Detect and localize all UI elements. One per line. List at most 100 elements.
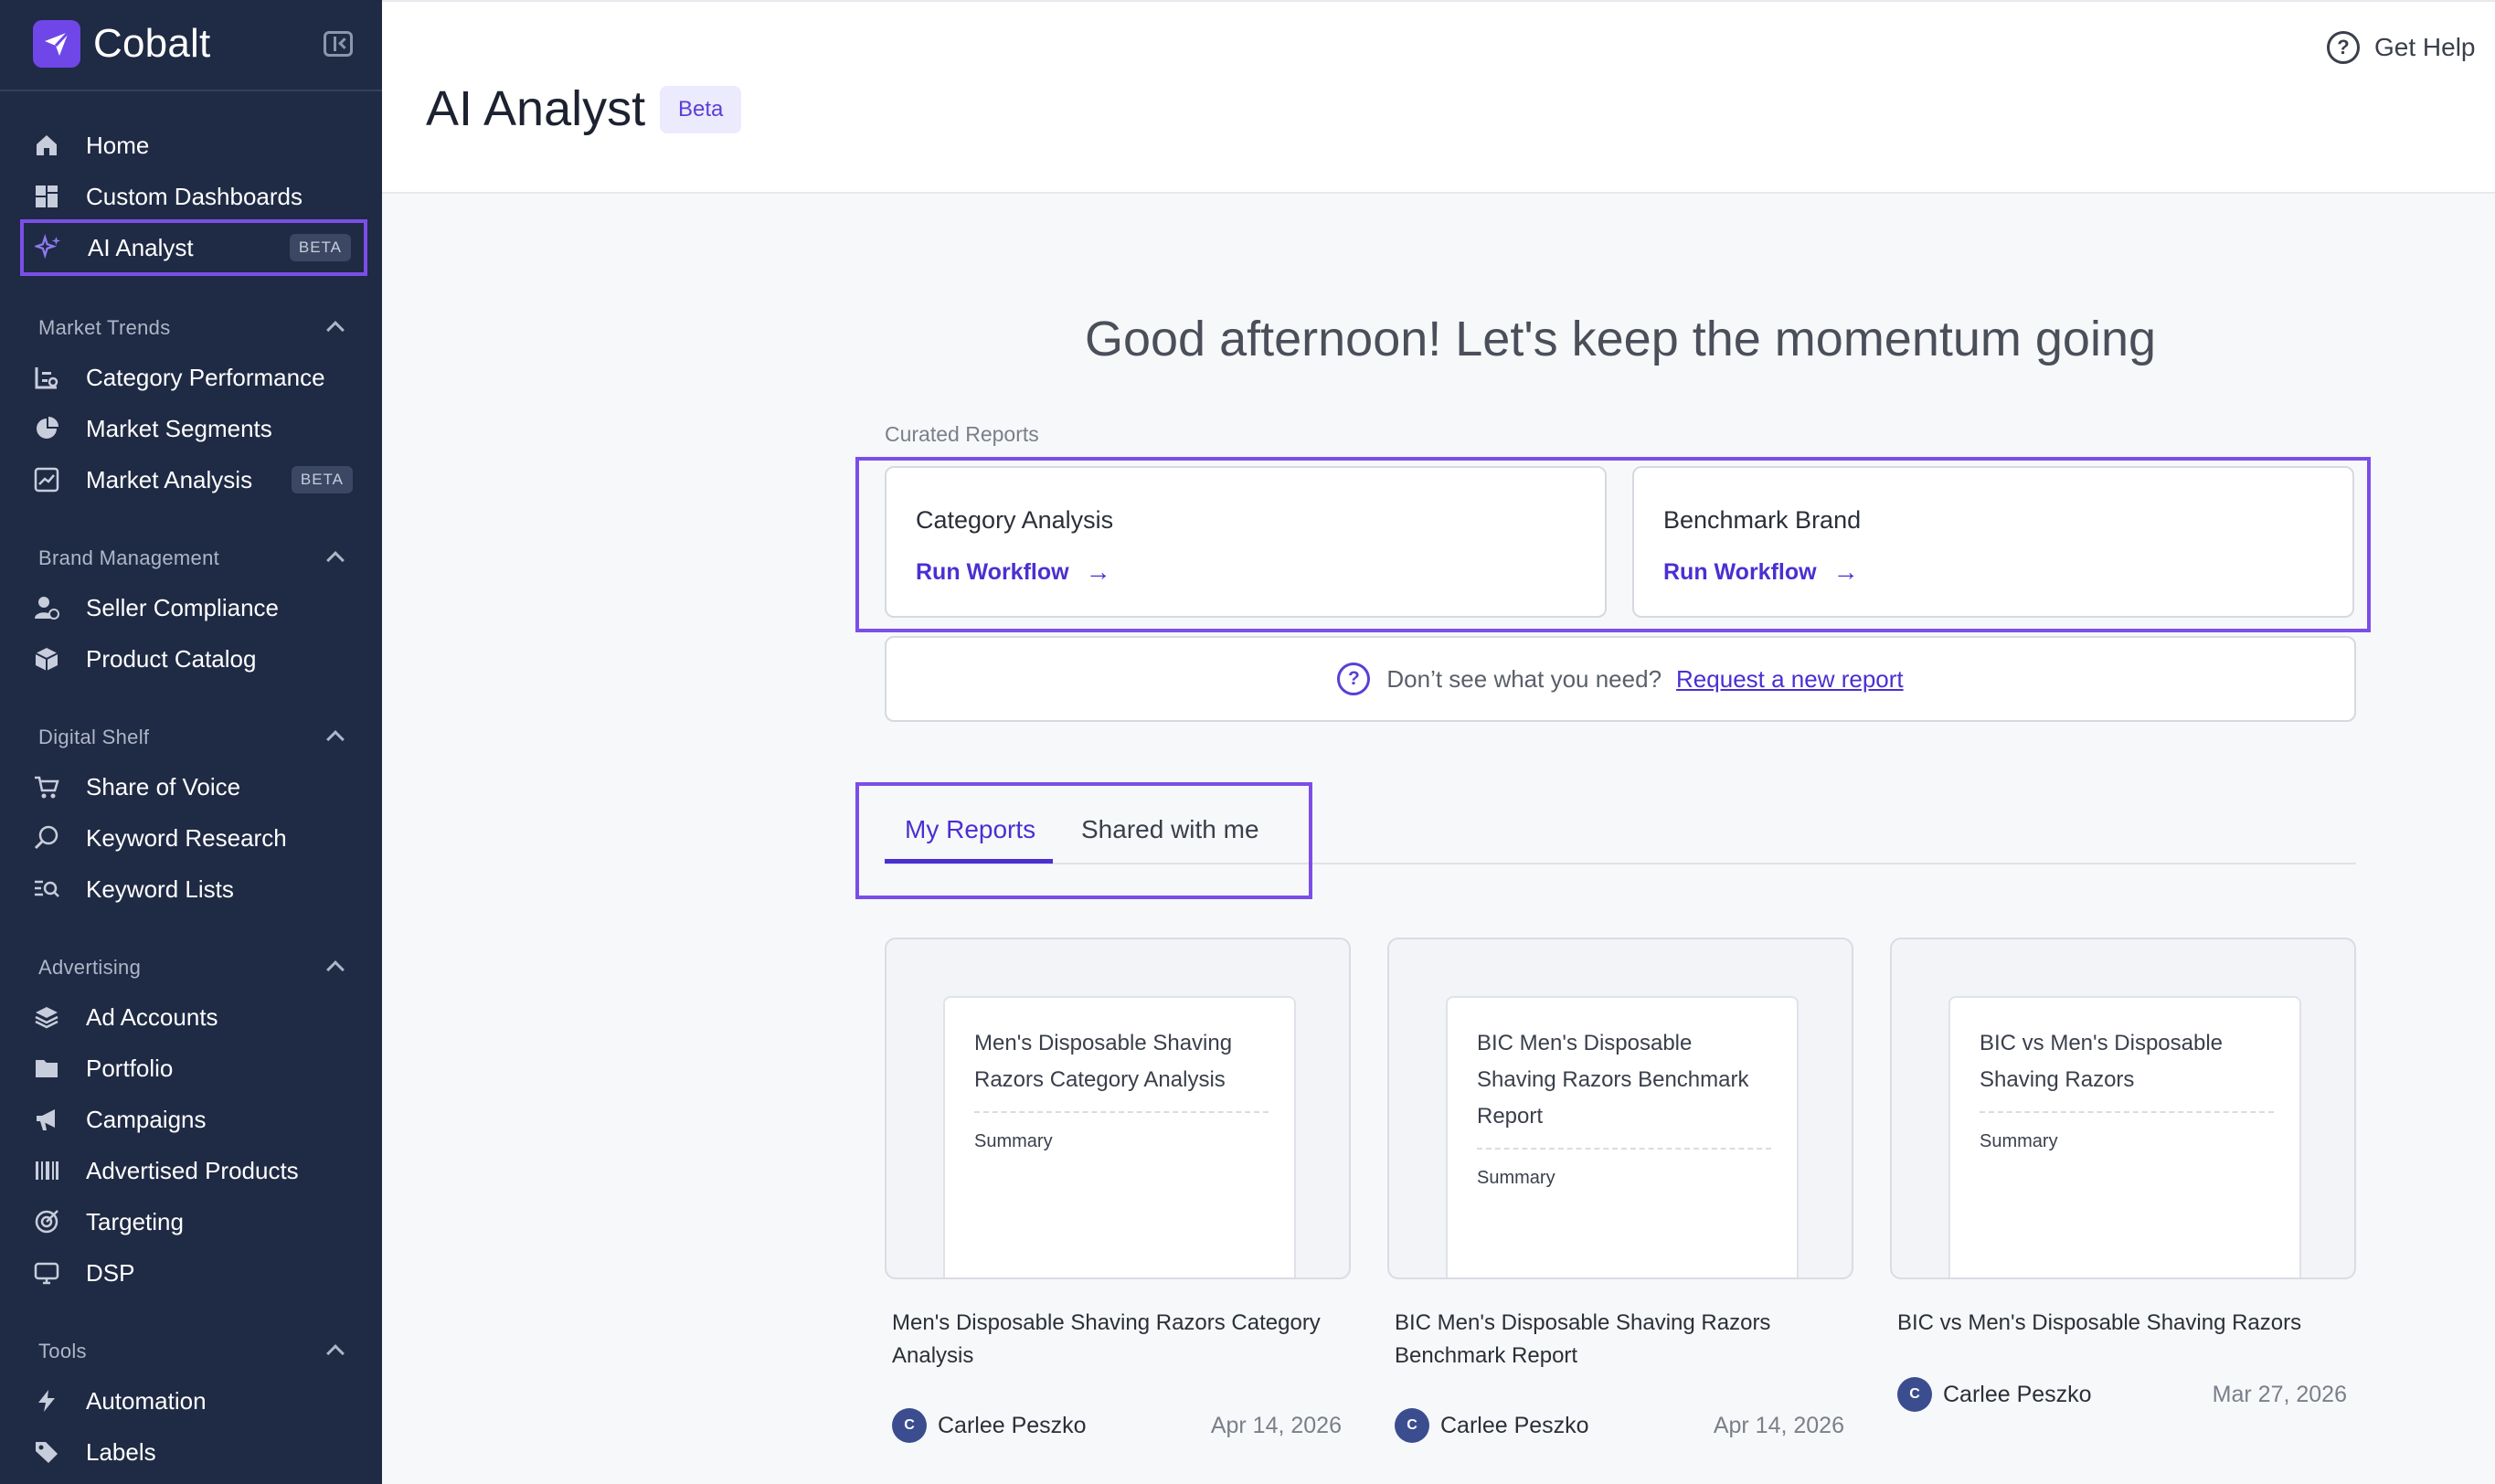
folder-icon: [33, 1055, 60, 1082]
report-author: Carlee Peszko: [1440, 1412, 1589, 1438]
report-author: Carlee Peszko: [938, 1412, 1087, 1438]
active-tab-indicator: [885, 859, 1053, 864]
sidebar-item-label: Targeting: [86, 1207, 184, 1235]
section-label-digital-shelf: Digital Shelf: [38, 726, 150, 748]
sidebar-item-custom-dashboards[interactable]: Custom Dashboards: [33, 177, 303, 216]
curated-report-title: Benchmark Brand: [1663, 506, 1862, 534]
sidebar-divider: [0, 90, 382, 91]
monitor-icon: [33, 1259, 60, 1287]
tag-icon: [33, 1438, 60, 1466]
beta-badge: Beta: [660, 86, 742, 133]
report-preview-section: Summary: [1980, 1131, 2058, 1151]
report-preview-section: Summary: [974, 1131, 1053, 1151]
curated-report-card-category-analysis[interactable]: Category Analysis Run Workflow →: [885, 466, 1607, 618]
sidebar-item-share-of-voice[interactable]: Share of Voice: [33, 768, 240, 806]
tab-my-reports[interactable]: My Reports: [905, 815, 1035, 844]
sidebar-item-label: Labels: [86, 1437, 156, 1466]
sidebar-item-keyword-research[interactable]: Keyword Research: [33, 819, 287, 857]
sidebar-item-label: Seller Compliance: [86, 593, 279, 621]
get-help-button[interactable]: ? Get Help: [2327, 31, 2476, 64]
request-report-banner: ? Don’t see what you need? Request a new…: [885, 636, 2356, 722]
report-preview-title: Men's Disposable Shaving Razors Category…: [974, 1031, 1233, 1092]
target-icon: [33, 1208, 60, 1235]
chevron-up-icon[interactable]: [326, 960, 345, 979]
report-thumbnail[interactable]: Men's Disposable Shaving Razors Category…: [885, 938, 1351, 1279]
report-thumbnail[interactable]: BIC vs Men's Disposable Shaving Razors S…: [1890, 938, 2356, 1279]
report-thumbnail[interactable]: BIC Men's Disposable Shaving Razors Benc…: [1387, 938, 1853, 1279]
sidebar: Cobalt Home Custom Dashboards AI Analyst…: [0, 0, 382, 1484]
sidebar-item-advertised-products[interactable]: Advertised Products: [33, 1151, 299, 1190]
sidebar-item-home[interactable]: Home: [33, 126, 149, 164]
arrow-right-icon: →: [1085, 557, 1111, 586]
chevron-up-icon[interactable]: [326, 551, 345, 569]
cobalt-logo-icon: [33, 20, 80, 68]
report-preview: Men's Disposable Shaving Razors Category…: [943, 996, 1296, 1277]
page-title: AI Analyst: [426, 81, 646, 136]
tab-shared-with-me[interactable]: Shared with me: [1081, 815, 1259, 844]
curated-report-title: Category Analysis: [916, 506, 1114, 534]
sidebar-item-product-catalog[interactable]: Product Catalog: [33, 640, 256, 678]
report-preview-title: BIC vs Men's Disposable Shaving Razors: [1980, 1031, 2224, 1092]
sidebar-item-label: AI Analyst: [88, 233, 194, 261]
page-header: AI Analyst Beta ? Get Help: [382, 0, 2495, 194]
report-date: Apr 14, 2026: [1713, 1412, 1844, 1438]
question-circle-icon: ?: [1337, 662, 1371, 695]
report-preview-divider: [1477, 1148, 1771, 1150]
report-title[interactable]: Men's Disposable Shaving Razors Category…: [892, 1307, 1349, 1373]
report-preview: BIC vs Men's Disposable Shaving Razors S…: [1948, 996, 2301, 1277]
help-circle-icon: ?: [2327, 31, 2360, 64]
report-title[interactable]: BIC vs Men's Disposable Shaving Razors: [1897, 1307, 2354, 1340]
home-icon: [33, 132, 60, 159]
run-workflow-label: Run Workflow: [1663, 558, 1817, 585]
report-meta: C Carlee Peszko Apr 14, 2026: [1395, 1407, 1852, 1444]
sidebar-item-label: Home: [86, 131, 150, 159]
arrow-right-icon: →: [1832, 557, 1859, 586]
brand-name: Cobalt: [93, 21, 211, 66]
report-preview-section: Summary: [1477, 1168, 1555, 1188]
greeting-heading: Good afternoon! Let's keep the momentum …: [1084, 312, 2157, 366]
section-label-market-trends: Market Trends: [38, 316, 171, 339]
megaphone-icon: [33, 1106, 60, 1133]
report-preview-title: BIC Men's Disposable Shaving Razors Benc…: [1477, 1031, 1749, 1129]
sidebar-item-category-performance[interactable]: Category Performance: [33, 358, 325, 397]
brand[interactable]: Cobalt: [33, 20, 210, 68]
sidebar-item-ad-accounts[interactable]: Ad Accounts: [33, 998, 218, 1036]
sidebar-item-campaigns[interactable]: Campaigns: [33, 1100, 207, 1139]
bolt-icon: [33, 1387, 60, 1415]
chevron-up-icon[interactable]: [326, 321, 345, 339]
sidebar-item-label: Share of Voice: [86, 772, 241, 800]
sidebar-item-automation[interactable]: Automation: [33, 1382, 207, 1420]
chevron-up-icon[interactable]: [326, 1344, 345, 1362]
sidebar-item-label: Portfolio: [86, 1054, 174, 1082]
sidebar-item-portfolio[interactable]: Portfolio: [33, 1049, 173, 1087]
sidebar-item-market-segments[interactable]: Market Segments: [33, 409, 272, 448]
report-title[interactable]: BIC Men's Disposable Shaving Razors Benc…: [1395, 1307, 1852, 1373]
report-meta: C Carlee Peszko Mar 27, 2026: [1897, 1376, 2354, 1413]
sidebar-item-seller-compliance[interactable]: Seller Compliance: [33, 588, 279, 627]
request-new-report-link[interactable]: Request a new report: [1676, 665, 1904, 694]
get-help-label: Get Help: [2374, 33, 2476, 61]
curated-report-card-benchmark-brand[interactable]: Benchmark Brand Run Workflow →: [1632, 466, 2354, 618]
beta-badge: BETA: [289, 234, 351, 261]
avatar: C: [892, 1408, 927, 1443]
report-preview-divider: [974, 1111, 1269, 1113]
sidebar-item-labels[interactable]: Labels: [33, 1433, 156, 1471]
sidebar-item-label: Ad Accounts: [86, 1002, 218, 1031]
sidebar-item-label: Market Analysis: [86, 465, 253, 493]
sidebar-item-targeting[interactable]: Targeting: [33, 1203, 184, 1241]
sidebar-item-dsp[interactable]: DSP: [33, 1254, 134, 1292]
run-workflow-link[interactable]: Run Workflow →: [916, 557, 1111, 587]
sidebar-item-ai-analyst[interactable]: AI Analyst BETA: [20, 219, 367, 276]
run-workflow-link[interactable]: Run Workflow →: [1663, 557, 1859, 587]
chevron-up-icon[interactable]: [326, 730, 345, 748]
search-icon: [33, 824, 60, 852]
collapse-sidebar-icon[interactable]: [324, 31, 353, 57]
sidebar-item-keyword-lists[interactable]: Keyword Lists: [33, 870, 234, 908]
report-preview-divider: [1980, 1111, 2274, 1113]
sidebar-item-label: Market Segments: [86, 414, 272, 442]
sidebar-item-market-analysis[interactable]: Market Analysis BETA: [33, 461, 353, 499]
sidebar-item-label: Automation: [86, 1386, 207, 1415]
dashboard-icon: [33, 183, 60, 210]
sidebar-item-label: Advertised Products: [86, 1156, 299, 1184]
sidebar-item-label: DSP: [86, 1258, 135, 1287]
